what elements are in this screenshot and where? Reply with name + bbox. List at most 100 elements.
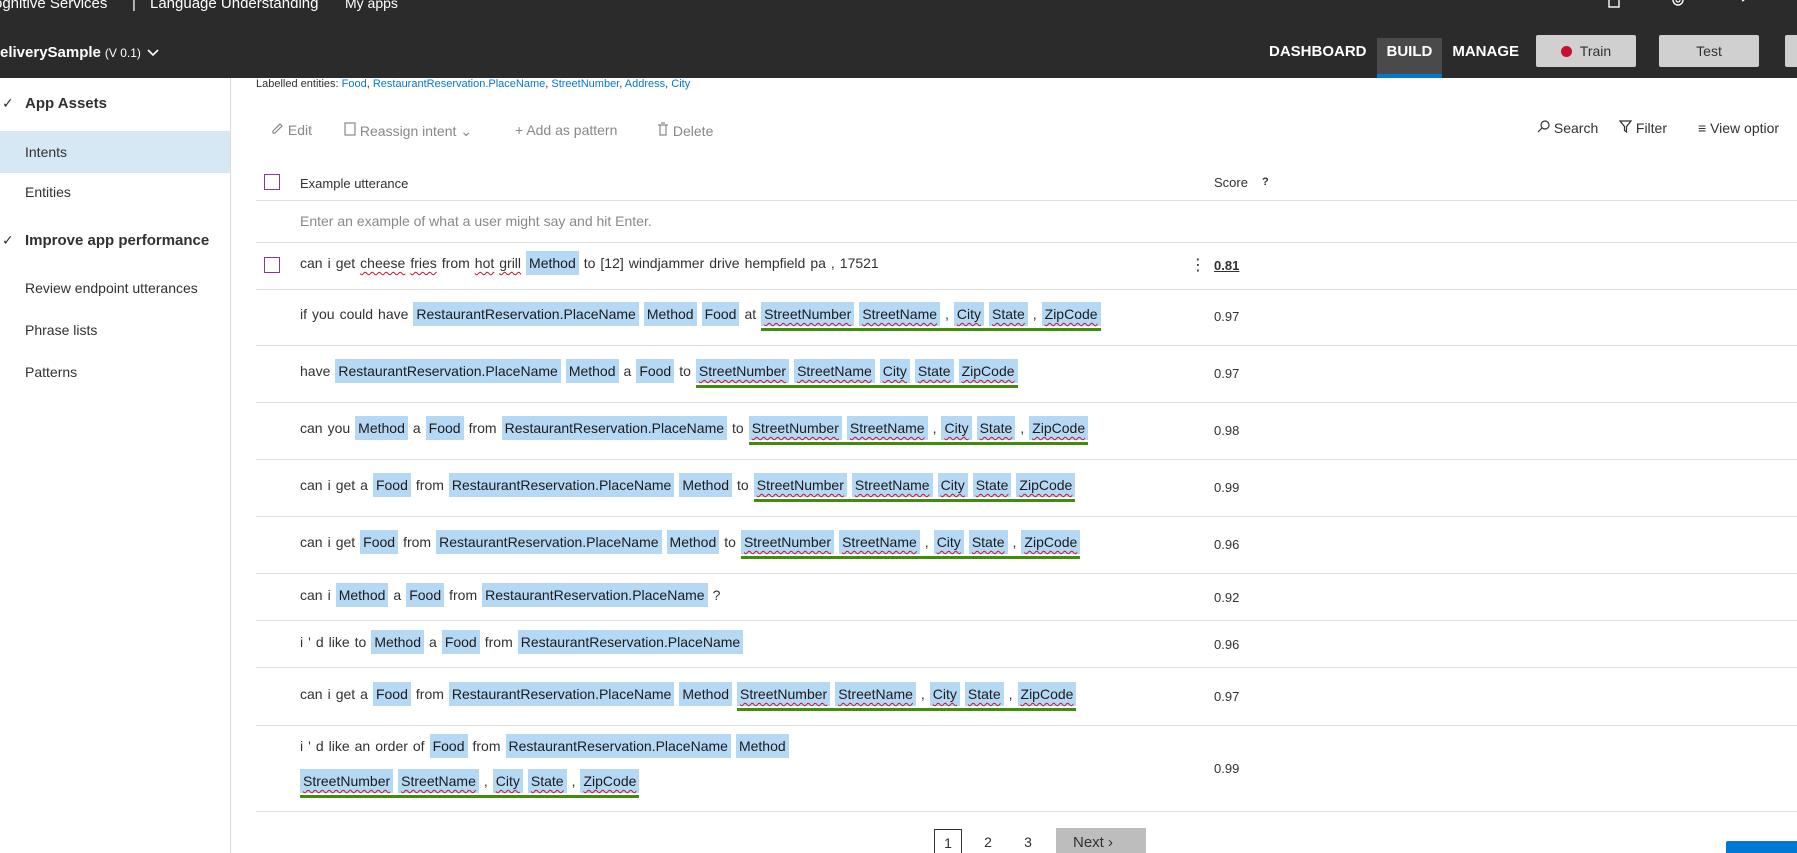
entity-street-number[interactable]: StreetNumber — [753, 473, 847, 497]
table-row[interactable]: can i get Food from RestaurantReservation.Pla… — [300, 530, 1081, 559]
entity-state[interactable]: State — [968, 530, 1008, 554]
entity-method[interactable]: Method — [666, 530, 720, 554]
entity-street-number[interactable]: StreetNumber — [748, 416, 842, 440]
entity-state[interactable]: State — [914, 359, 954, 383]
entity-street-name[interactable]: StreetName — [398, 769, 479, 793]
entity-street-name[interactable]: StreetName — [851, 473, 933, 497]
entity-food[interactable]: Food — [406, 583, 445, 607]
gear-icon[interactable] — [1670, 0, 1686, 10]
brand-name[interactable]: ognitive Services — [0, 0, 107, 12]
entity-place[interactable]: RestaurantReservation.PlaceName — [335, 359, 561, 383]
entity-street-name[interactable]: StreetName — [835, 682, 916, 706]
entity-state[interactable]: State — [964, 682, 1004, 706]
sidebar-section-app-assets[interactable]: ✓ App Assets — [0, 95, 230, 119]
table-row[interactable]: can i get a Food from RestaurantReservation.Pl… — [300, 473, 1076, 502]
row-checkbox[interactable] — [264, 257, 280, 273]
score-help-icon[interactable]: ? — [1262, 176, 1269, 188]
entity-zipcode[interactable]: ZipCode — [1041, 302, 1101, 326]
entity-food[interactable]: Food — [360, 530, 399, 554]
entity-city[interactable]: City — [879, 359, 910, 383]
entity-food[interactable]: Food — [441, 630, 480, 654]
nav-dashboard[interactable]: DASHBOARD — [1259, 38, 1377, 78]
entity-group-address[interactable]: StreetNumber StreetName, City State, ZipCode — [737, 682, 1077, 711]
entity-food[interactable]: Food — [636, 359, 675, 383]
entity-method[interactable]: Method — [526, 251, 579, 275]
entity-street-number[interactable]: StreetNumber — [695, 359, 790, 383]
entity-place[interactable]: RestaurantReservation.PlaceName — [413, 302, 639, 326]
utterance-input[interactable]: Enter an example of what a user might sa… — [300, 213, 652, 229]
entity-place[interactable]: RestaurantReservation.PlaceName — [448, 682, 675, 706]
entity-food[interactable]: Food — [701, 302, 740, 326]
labelled-entity[interactable]: Address — [625, 78, 665, 90]
entity-zipcode[interactable]: ZipCode — [958, 359, 1018, 383]
view-options-button[interactable]: ≡ View optior — [1698, 120, 1779, 136]
entity-method[interactable]: Method — [735, 734, 789, 758]
entity-state[interactable]: State — [527, 769, 567, 793]
next-page-button[interactable]: Next › — [1056, 828, 1146, 853]
entity-group-address[interactable]: StreetNumber StreetName, City State, ZipCode — [748, 416, 1089, 445]
page-1-button[interactable]: 1 — [934, 829, 962, 853]
entity-place[interactable]: RestaurantReservation.PlaceName — [448, 473, 675, 497]
entity-city[interactable]: City — [953, 302, 985, 326]
sidebar-item-patterns[interactable]: Patterns — [0, 364, 230, 388]
test-button[interactable]: Test — [1659, 35, 1759, 67]
entity-zipcode[interactable]: ZipCode — [1017, 682, 1077, 706]
entity-method[interactable]: Method — [371, 630, 425, 654]
table-row[interactable]: have RestaurantReservation.PlaceName Metho… — [300, 359, 1018, 388]
reassign-intent-button[interactable]: Reassign intent ⌄ — [344, 122, 472, 140]
sidebar-item-review-endpoint[interactable]: Review endpoint utterances — [0, 280, 230, 304]
entity-zipcode[interactable]: ZipCode — [580, 769, 640, 793]
entity-street-number[interactable]: StreetNumber — [737, 682, 831, 706]
search-button[interactable]: Search — [1537, 120, 1598, 136]
add-as-pattern-button[interactable]: + Add as pattern — [515, 122, 617, 138]
entity-zipcode[interactable]: ZipCode — [1016, 473, 1076, 497]
entity-city[interactable]: City — [929, 682, 960, 706]
entity-place[interactable]: RestaurantReservation.PlaceName — [517, 630, 744, 654]
delete-button[interactable]: Delete — [657, 122, 713, 139]
labelled-entity[interactable]: StreetNumber — [551, 78, 619, 90]
sidebar-item-phrase-lists[interactable]: Phrase lists — [0, 322, 230, 346]
entity-method[interactable]: Method — [643, 302, 697, 326]
sidebar-item-intents[interactable]: Intents — [0, 131, 230, 173]
entity-group-address[interactable]: StreetNumber StreetName City State ZipCode — [753, 473, 1076, 502]
entity-food[interactable]: Food — [425, 416, 464, 440]
entity-state[interactable]: State — [989, 302, 1028, 326]
entity-street-name[interactable]: StreetName — [859, 302, 941, 326]
entity-place[interactable]: RestaurantReservation.PlaceName — [505, 734, 731, 758]
page-2-button[interactable]: 2 — [974, 829, 1002, 853]
entity-city[interactable]: City — [933, 530, 964, 554]
my-apps-link[interactable]: My apps — [345, 0, 398, 11]
entity-group-address[interactable]: StreetNumber StreetName City State ZipCode — [695, 359, 1018, 388]
entity-zipcode[interactable]: ZipCode — [1029, 416, 1089, 440]
entity-city[interactable]: City — [492, 769, 523, 793]
help-icon[interactable] — [1734, 0, 1750, 10]
entity-food[interactable]: Food — [372, 682, 411, 706]
nav-build[interactable]: BUILD — [1376, 38, 1443, 78]
table-row[interactable]: can i Method a Food from RestaurantReservation… — [300, 583, 725, 607]
entity-place[interactable]: RestaurantReservation.PlaceName — [501, 416, 728, 440]
table-row[interactable]: can i get cheese fries from hot grill Method to [1… — [300, 251, 884, 275]
entity-food[interactable]: Food — [372, 473, 411, 497]
more-options-icon[interactable]: ⋮ — [1190, 255, 1206, 275]
table-row[interactable]: i ' d like to Method a Food from RestaurantReserv… — [300, 630, 748, 654]
sidebar-section-improve[interactable]: ✓ Improve app performance — [0, 232, 230, 256]
entity-food[interactable]: Food — [429, 734, 468, 758]
nav-manage[interactable]: MANAGE — [1442, 38, 1529, 78]
entity-method[interactable]: Method — [679, 682, 733, 706]
column-header-score[interactable]: Score — [1214, 175, 1248, 190]
entity-city[interactable]: City — [941, 416, 972, 440]
entity-street-number[interactable]: StreetNumber — [761, 302, 855, 326]
labelled-entity[interactable]: Food — [342, 78, 367, 90]
filter-button[interactable]: Filter — [1618, 120, 1667, 136]
primary-action-button[interactable] — [1726, 841, 1797, 853]
labelled-entity[interactable]: City — [671, 78, 690, 90]
table-row[interactable]: can you Method a Food from RestaurantReservati… — [300, 416, 1089, 445]
entity-street-number[interactable]: StreetNumber — [300, 769, 394, 793]
entity-method[interactable]: Method — [679, 473, 733, 497]
entity-group-address[interactable]: StreetNumber StreetName, City State, ZipCode — [761, 302, 1101, 331]
entity-state[interactable]: State — [972, 473, 1012, 497]
edit-button[interactable]: Edit — [271, 122, 312, 138]
entity-method[interactable]: Method — [355, 416, 408, 440]
entity-street-name[interactable]: StreetName — [846, 416, 928, 440]
entity-street-name[interactable]: StreetName — [839, 530, 920, 554]
